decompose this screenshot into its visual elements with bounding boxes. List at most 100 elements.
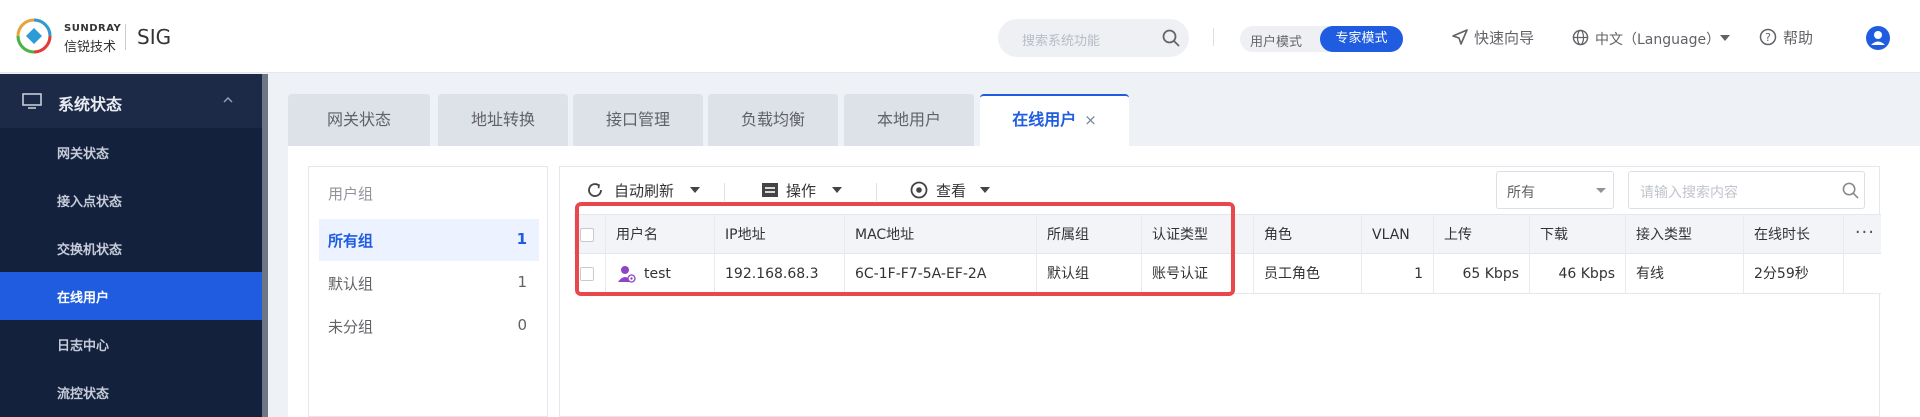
header-divider (1213, 28, 1214, 46)
column-header[interactable]: 认证类型 (1142, 215, 1254, 255)
tab-online-users[interactable]: 在线用户 × (980, 94, 1129, 146)
sidebar-item-gateway-status[interactable]: 网关状态 (0, 128, 262, 176)
cell-ip: 192.168.68.3 (715, 254, 845, 294)
operation-button[interactable]: 操作 (786, 180, 816, 204)
quick-wizard-link[interactable]: 快速向导 (1474, 27, 1534, 48)
cell-username-text: test (644, 266, 671, 282)
more-columns-icon[interactable]: ··· (1855, 215, 1875, 251)
filter-select[interactable]: 所有 (1496, 171, 1614, 209)
sidebar-item-label: 流控状态 (57, 387, 110, 402)
column-header[interactable]: MAC地址 (845, 215, 1037, 255)
monitor-icon (22, 93, 42, 109)
tab-interface-management[interactable]: 接口管理 (573, 94, 703, 146)
sidebar-scrollbar[interactable] (262, 74, 268, 417)
sidebar-item-label: 网关状态 (57, 147, 110, 162)
chevron-down-icon[interactable] (980, 187, 990, 193)
group-item-ungrouped[interactable]: 未分组 0 (319, 305, 539, 347)
eye-icon (910, 181, 928, 199)
toolbar-divider (724, 183, 725, 201)
table-search-input[interactable]: 请输入搜索内容 (1628, 171, 1865, 209)
chevron-down-icon (1596, 188, 1606, 193)
view-button[interactable]: 查看 (936, 180, 966, 204)
user-mode-button[interactable]: 用户模式 (1250, 31, 1302, 50)
tab-online-users-label: 在线用户 (1012, 110, 1077, 129)
search-icon[interactable] (1162, 29, 1180, 47)
sundray-logo-icon (16, 18, 52, 54)
cell-upload: 65 Kbps (1434, 254, 1530, 294)
refresh-icon (588, 183, 602, 197)
sidebar-item-label: 在线用户 (57, 291, 110, 306)
cell-download: 46 Kbps (1530, 254, 1626, 294)
table-row[interactable]: test 192.168.68.3 6C-1F-F7-5A-EF-2A 默认组 … (574, 254, 1881, 294)
cell-empty (1844, 254, 1881, 294)
product-name: SIG (137, 25, 172, 49)
user-group-title: 用户组 (328, 185, 374, 203)
user-avatar-icon (1871, 31, 1885, 45)
search-placeholder: 搜索系统功能 (1022, 34, 1101, 49)
group-count: 1 (517, 273, 527, 291)
group-name: 未分组 (328, 318, 374, 336)
tab-load-balancing[interactable]: 负载均衡 (708, 94, 838, 146)
sidebar-item-label: 接入点状态 (57, 195, 123, 210)
sidebar-section-system-status[interactable]: 系统状态 (0, 74, 262, 128)
group-count: 0 (517, 316, 527, 334)
toolbar-divider (876, 183, 877, 201)
cell-online-duration: 2分59秒 (1744, 254, 1844, 294)
close-icon[interactable]: × (1084, 96, 1097, 144)
system-search-input[interactable]: 搜索系统功能 (998, 19, 1189, 57)
operation-icon (762, 183, 778, 197)
group-name: 所有组 (328, 232, 374, 250)
user-icon (618, 266, 636, 283)
sidebar-item-ap-status[interactable]: 接入点状态 (0, 176, 262, 224)
expert-mode-button[interactable]: 专家模式 (1320, 26, 1403, 52)
row-checkbox[interactable] (580, 267, 594, 281)
cell-mac: 6C-1F-F7-5A-EF-2A (845, 254, 1037, 294)
avatar[interactable] (1866, 26, 1890, 50)
chevron-down-icon[interactable] (832, 187, 842, 193)
sidebar-item-label: 交换机状态 (57, 243, 123, 258)
chevron-up-icon[interactable] (222, 94, 234, 106)
table-search-placeholder: 请输入搜索内容 (1640, 185, 1738, 201)
cell-group: 默认组 (1037, 254, 1142, 294)
tab-gateway-status[interactable]: 网关状态 (288, 94, 430, 146)
top-bar: SUNDRAY 信锐技术 SIG 搜索系统功能 用户模式 专家模式 快速向导 中… (0, 0, 1920, 73)
mode-switch[interactable]: 用户模式 专家模式 (1240, 26, 1403, 52)
search-icon[interactable] (1842, 182, 1859, 199)
select-all-checkbox[interactable] (580, 228, 594, 242)
sidebar: 系统状态 网关状态 接入点状态 交换机状态 在线用户 日志中心 流控状态 (0, 74, 262, 417)
column-header[interactable]: 上传 (1434, 215, 1530, 255)
chevron-down-icon[interactable] (690, 187, 700, 193)
sidebar-item-label: 日志中心 (57, 339, 110, 354)
sidebar-item-switch-status[interactable]: 交换机状态 (0, 224, 262, 272)
column-header[interactable]: 接入类型 (1626, 215, 1744, 255)
user-group-panel: 用户组 所有组 1 默认组 1 未分组 0 (308, 166, 548, 417)
column-header[interactable]: 所属组 (1037, 215, 1142, 255)
tab-address-translation[interactable]: 地址转换 (438, 94, 568, 146)
help-link[interactable]: 帮助 (1783, 27, 1813, 48)
language-select[interactable]: 中文（Language） (1595, 29, 1720, 49)
table-header: 用户名 IP地址 MAC地址 所属组 认证类型 角色 VLAN 上传 下载 接入… (574, 214, 1881, 255)
column-header[interactable]: 用户名 (606, 215, 715, 255)
column-header[interactable]: 角色 (1254, 215, 1362, 255)
cell-username: test (606, 254, 715, 294)
column-header[interactable]: 下载 (1530, 215, 1626, 255)
brand-name-cn: 信锐技术 (64, 40, 117, 55)
group-item-all[interactable]: 所有组 1 (319, 219, 539, 261)
cell-auth-type: 账号认证 (1142, 254, 1254, 294)
help-icon: ? (1759, 28, 1777, 46)
sidebar-section-label: 系统状态 (58, 95, 123, 114)
send-icon (1452, 29, 1468, 45)
auto-refresh-button[interactable]: 自动刷新 (614, 180, 674, 204)
cell-role: 员工角色 (1254, 254, 1362, 294)
column-header[interactable]: IP地址 (715, 215, 845, 255)
sidebar-item-online-users[interactable]: 在线用户 (0, 272, 262, 320)
group-name: 默认组 (328, 275, 374, 293)
chevron-down-icon[interactable] (1720, 35, 1730, 41)
filter-select-value: 所有 (1507, 185, 1535, 201)
group-item-default[interactable]: 默认组 1 (319, 262, 539, 304)
tab-local-users[interactable]: 本地用户 (844, 94, 974, 146)
column-header[interactable]: VLAN (1362, 215, 1434, 255)
sidebar-item-log-center[interactable]: 日志中心 (0, 320, 262, 368)
sidebar-item-flow-control[interactable]: 流控状态 (0, 368, 262, 416)
column-header[interactable]: 在线时长 (1744, 215, 1844, 255)
